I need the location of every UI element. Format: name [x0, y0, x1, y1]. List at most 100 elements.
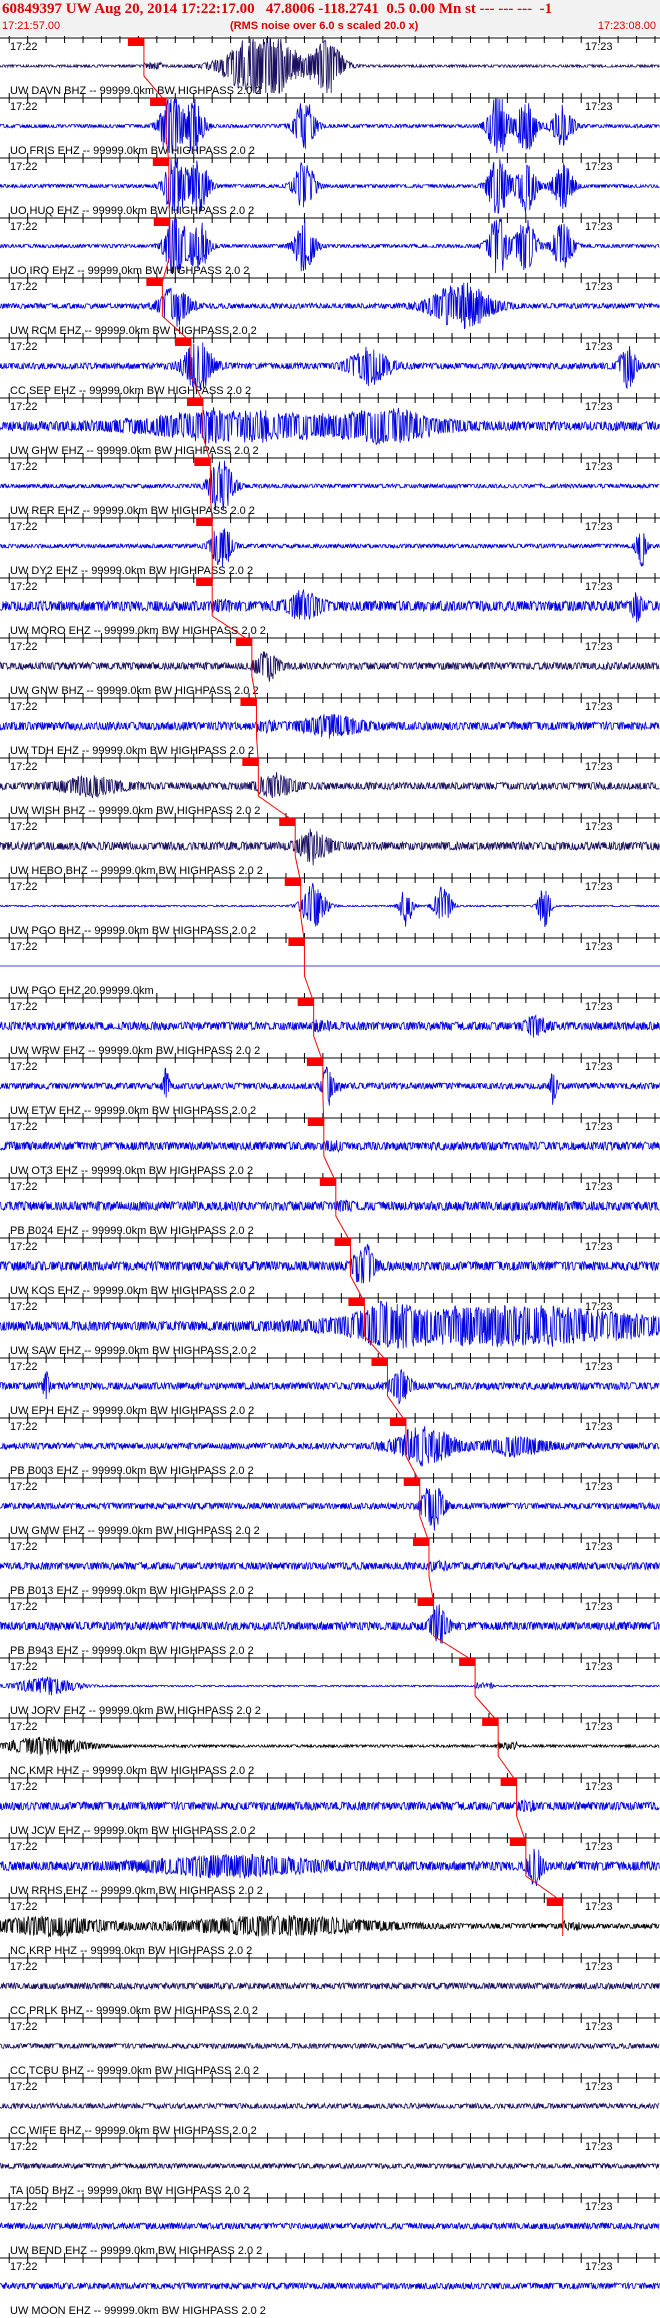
station-label: UW GNW BHZ -- 99999.0km BW HIGHPASS 2.0 …	[10, 685, 259, 697]
pick-marker	[146, 278, 163, 286]
time-label-1722: 17:22	[10, 1001, 38, 1013]
time-label-1723: 17:23	[585, 1301, 613, 1313]
time-label-1722: 17:22	[10, 401, 38, 413]
time-label-1722: 17:22	[10, 2141, 38, 2153]
station-label: UW DAVN BHZ -- 99999.0km BW HIGHPASS 2.0…	[10, 85, 261, 97]
time-label-1723: 17:23	[585, 461, 613, 473]
time-label-1723: 17:23	[585, 1661, 613, 1673]
time-label-1722: 17:22	[10, 1601, 38, 1613]
seismogram-plot: 17:22 17:23 UW DAVN BHZ -- 99999.0km BW HI…	[0, 36, 660, 2317]
trace-row: 17:22 17:23TA I05D BHZ -- 99999.0km BW HI…	[0, 2133, 660, 2197]
pick-marker	[389, 1418, 406, 1426]
time-label-1722: 17:22	[10, 41, 38, 53]
station-label: UW JORV EHZ -- 99999.0km BW HIGHPASS 2.0…	[10, 1705, 261, 1717]
waveform	[0, 1243, 660, 1284]
pick-marker	[288, 938, 305, 946]
waveform	[0, 771, 660, 799]
time-label-1723: 17:23	[585, 1361, 613, 1373]
time-label-1723: 17:23	[585, 941, 613, 953]
time-label-1723: 17:23	[585, 401, 613, 413]
trace-row: 17:22 17:23 UW BEND EHZ -- 99999.0km BW HI…	[0, 2193, 660, 2257]
waveform	[0, 1981, 660, 1991]
station-label: NC KMR HHZ -- 99999.0km BW HIGHPASS 2.0 …	[10, 1765, 254, 1777]
pick-marker	[297, 998, 314, 1006]
station-label: UW RCM EHZ -- 99999.0km BW HIGHPASS 2.0 …	[10, 325, 257, 337]
time-label-1722: 17:22	[10, 101, 38, 113]
pick-marker	[240, 698, 257, 706]
end-time: 17:23:08.00	[597, 20, 656, 32]
time-label-1723: 17:23	[585, 41, 613, 53]
waveform	[0, 282, 660, 330]
waveform	[0, 1559, 660, 1573]
time-label-1722: 17:22	[10, 2201, 38, 2213]
time-label-1722: 17:22	[10, 1421, 38, 1433]
time-label-1723: 17:23	[585, 1721, 613, 1733]
pick-marker	[371, 1358, 388, 1366]
time-label-1722: 17:22	[10, 1061, 38, 1073]
waveform	[0, 1199, 660, 1212]
trace-row: 17:22 17:23 CC WIFE BHZ -- 99999.0km BW HI…	[0, 2073, 660, 2137]
time-label-1722: 17:22	[10, 341, 38, 353]
waveform	[0, 2221, 660, 2231]
pick-marker	[186, 398, 203, 406]
waveform	[0, 1736, 660, 1756]
waveform	[0, 828, 660, 866]
waveform	[0, 1914, 660, 1938]
pick-marker	[174, 338, 191, 346]
waveform	[0, 407, 660, 446]
time-label-1723: 17:23	[585, 101, 613, 113]
pick-marker	[242, 758, 259, 766]
time-label-1723: 17:23	[585, 221, 613, 233]
time-label-1723: 17:23	[585, 1241, 613, 1253]
waveform	[0, 2162, 660, 2170]
station-label: UO FRIS EHZ -- 99999.0km BW HIGHPASS 2.0…	[10, 145, 255, 157]
waveform	[0, 588, 660, 623]
pick-marker	[546, 1898, 563, 1906]
time-label-1722: 17:22	[10, 521, 38, 533]
pick-marker	[235, 638, 252, 646]
time-label-1723: 17:23	[585, 1421, 613, 1433]
time-label-1723: 17:23	[585, 1901, 613, 1913]
time-label-1723: 17:23	[585, 2201, 613, 2213]
waveform	[0, 1300, 660, 1349]
waveform	[0, 1604, 660, 1644]
waveform	[0, 1066, 660, 1106]
time-label-1722: 17:22	[10, 2081, 38, 2093]
time-label-1722: 17:22	[10, 1781, 38, 1793]
pick-marker	[152, 158, 169, 166]
station-label: CC TCBU BHZ -- 99999.0km BW HIGHPASS 2.0…	[10, 2065, 259, 2077]
time-label-1723: 17:23	[585, 161, 613, 173]
station-label: UW PGO BHZ -- 99999.0km BW HIGHPASS 2.0 …	[10, 925, 256, 937]
pick-marker	[348, 1298, 365, 1306]
time-label-1723: 17:23	[585, 281, 613, 293]
trace-row: 17:22 17:23 UW DAVN BHZ -- 99999.0km BW HI…	[0, 36, 660, 97]
pick-marker	[319, 1178, 336, 1186]
waveform	[0, 528, 660, 568]
time-label-1722: 17:22	[10, 941, 38, 953]
time-label-1722: 17:22	[10, 1481, 38, 1493]
station-label: UW WISH BHZ -- 99999.0km BW HIGHPASS 2.0…	[10, 805, 260, 817]
pick-marker	[127, 38, 144, 46]
time-label-1722: 17:22	[10, 1361, 38, 1373]
pick-marker	[307, 1118, 324, 1126]
header-bar: 60849397 UW Aug 20, 2014 17:22:17.00 47.…	[0, 0, 660, 36]
time-label-1722: 17:22	[10, 1181, 38, 1193]
time-label-1723: 17:23	[585, 1181, 613, 1193]
waveform	[0, 1426, 660, 1467]
station-label: UW KOS EHZ -- 99999.0km BW HIGHPASS 2.0 …	[10, 1285, 255, 1297]
waveform	[0, 2101, 660, 2111]
pick-marker	[417, 1598, 434, 1606]
trace-row: 17:22 17:23 UW MOON EHZ -- 99999.0km BW HI…	[0, 2253, 660, 2317]
time-label-1722: 17:22	[10, 1721, 38, 1733]
station-label: UW GHW EHZ -- 99999.0km BW HIGHPASS 2.0 …	[10, 445, 259, 457]
waveform	[0, 1368, 660, 1405]
time-label-1723: 17:23	[585, 1481, 613, 1493]
time-label-1722: 17:22	[10, 821, 38, 833]
station-label: UW BEND EHZ -- 99999.0km BW HIGHPASS 2.0…	[10, 2245, 262, 2257]
pick-marker	[334, 1238, 351, 1246]
start-time: 17:21:57.00	[2, 20, 61, 32]
waveform	[0, 651, 660, 682]
pick-marker	[459, 1658, 476, 1666]
time-label-1722: 17:22	[10, 2261, 38, 2273]
pick-marker	[196, 578, 213, 586]
